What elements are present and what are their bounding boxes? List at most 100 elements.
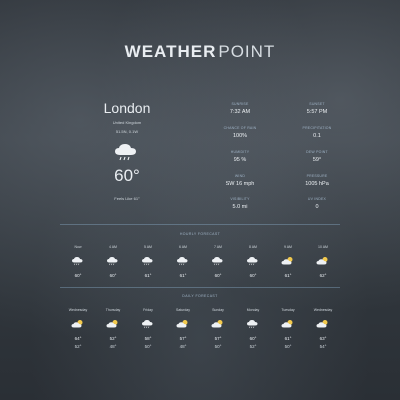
metric-uv-index: UV INDEX 0 [287,197,347,210]
cloud-rain-icon [246,255,260,267]
day-high: 60° [249,336,257,341]
day-label: Wednesday [313,308,333,312]
cloud-rain-icon [141,318,155,330]
metric-label: HUMIDITY [230,150,250,154]
metric-wind: WIND SW 16 mph [210,174,270,187]
hourly-item: 5 AM 61° [130,245,166,278]
metric-dew-point: DEW POINT 59° [287,150,347,163]
day-low: 50° [214,344,222,349]
hourly-item: 10 AM 62° [305,245,341,278]
hour-temp: 61° [179,273,187,278]
hour-label: 5 AM [144,245,152,249]
day-high: 64° [74,336,82,341]
country-name: United Kingdom [112,120,142,125]
divider [60,224,340,225]
city-name: London [103,100,151,116]
cloud-rain-icon [141,255,155,267]
metric-label: DEW POINT [306,150,328,154]
hourly-item: 4 AM 60° [95,245,131,278]
metric-precipitation: PRECIPITATION 0.1 [287,126,347,139]
app-brand: WEATHER POINT [0,42,400,62]
hour-temp: 62° [319,273,327,278]
daily-item: Wednesday 64° 52° [60,308,96,349]
metric-value: 1005 hPa [305,181,329,187]
partly-cloudy-icon [316,318,330,330]
cloud-rain-icon [176,255,190,267]
metric-label: SUNSET [309,102,325,106]
day-high: 57° [214,336,222,341]
brand-part-1: WEATHER [124,42,217,61]
partly-cloudy-icon [211,318,225,330]
hour-temp: 60° [214,273,222,278]
day-label: Friday [143,308,153,312]
hourly-item: 9 AM 61° [270,245,306,278]
cloud-rain-icon [106,255,120,267]
hourly-item: Now 60° [60,245,96,278]
day-low: 50° [284,344,292,349]
day-high: 57° [179,336,187,341]
hour-temp: 60° [249,273,257,278]
daily-item: Wednesday 63° 54° [305,308,341,349]
hour-label: Now [74,245,82,249]
hour-label: 10 AM [318,245,328,249]
metric-visibility: VISIBILITY 5.0 mi [210,197,270,210]
day-low: 54° [319,344,327,349]
hourly-item: 8 AM 60° [235,245,271,278]
hourly-item: 6 AM 61° [165,245,201,278]
cloud-rain-icon [246,318,260,330]
metric-value: 7:32 AM [229,109,251,115]
metric-value: 100% [232,133,248,139]
metric-label: PRESSURE [306,174,328,178]
daily-item: Saturday 57° 48° [165,308,201,349]
cloud-rain-icon [211,255,225,267]
metric-label: CHANCE OF RAIN [223,126,257,130]
day-label: Tuesday [281,308,295,312]
hour-label: 4 AM [109,245,117,249]
feels-like: Feels Like 61° [114,196,140,201]
day-low: 48° [179,344,187,349]
metric-value: 95 % [233,157,247,163]
hour-temp: 61° [144,273,152,278]
metric-value: SW 16 mph [225,181,255,187]
metric-value: 0 [315,204,319,210]
coordinates: 51.5N, 0.1W [115,129,139,134]
metric-value: 5.0 mi [232,204,248,210]
metric-label: VISIBILITY [230,197,250,201]
hour-label: 6 AM [179,245,187,249]
metric-sunrise: SUNRISE 7:32 AM [210,102,270,115]
hour-temp: 61° [284,273,292,278]
hour-temp: 60° [74,273,82,278]
partly-cloudy-icon [176,318,190,330]
day-label: Thursday [105,308,121,312]
daily-forecast-title: DAILY FORECAST [182,294,218,298]
hour-label: 8 AM [249,245,257,249]
brand-part-2: POINT [218,42,276,61]
hour-temp: 60° [109,273,117,278]
metric-chance-of-rain: CHANCE OF RAIN 100% [210,126,270,139]
metric-label: SUNRISE [231,102,249,106]
day-high: 58° [144,336,152,341]
partly-cloudy-icon [316,255,330,267]
daily-item: Friday 58° 50° [130,308,166,349]
metric-sunset: SUNSET 5:57 PM [287,102,347,115]
hour-label: 9 AM [284,245,292,249]
daily-item: Tuesday 61° 50° [270,308,306,349]
metric-pressure: PRESSURE 1005 hPa [287,174,347,187]
daily-item: Monday 60° 52° [235,308,271,349]
current-temperature: 60° [114,166,140,185]
metric-label: PRECIPITATION [302,126,332,130]
hourly-forecast-title: HOURLY FORECAST [179,232,221,236]
day-high: 52° [109,336,117,341]
cloud-rain-icon [71,255,85,267]
partly-cloudy-icon [281,318,295,330]
day-label: Saturday [175,308,190,312]
partly-cloudy-icon [71,318,85,330]
divider [60,287,340,288]
current-weather: London United Kingdom 51.5N, 0.1W 60° Fe… [92,100,162,201]
daily-item: Sunday 57° 50° [200,308,236,349]
day-low: 48° [109,344,117,349]
day-high: 61° [284,336,292,341]
day-low: 52° [249,344,257,349]
cloud-rain-icon [113,142,141,162]
day-label: Wednesday [68,308,88,312]
